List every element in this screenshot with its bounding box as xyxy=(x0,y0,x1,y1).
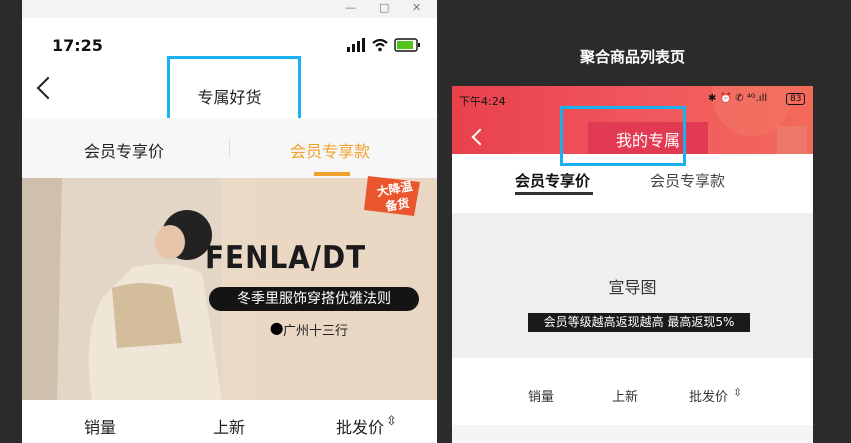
sort-toggle-icon-right[interactable]: ⇳ xyxy=(733,386,742,399)
battery-icon xyxy=(394,38,420,52)
section-title: 聚合商品列表页 xyxy=(579,48,685,66)
wifi-icon xyxy=(372,38,388,52)
tab-member-exclusive[interactable]: 会员专享款 xyxy=(290,138,370,162)
sort-wholesale-price[interactable]: 批发价 xyxy=(336,414,384,438)
sort-sales[interactable]: 销量 xyxy=(84,414,116,438)
sort-toggle-icon[interactable]: ⇳ xyxy=(386,414,397,429)
tab-divider xyxy=(229,138,230,158)
content-divider xyxy=(452,425,813,443)
battery-level: 83 xyxy=(786,93,806,105)
sort-new[interactable]: 上新 xyxy=(213,414,245,438)
maximize-button[interactable]: □ xyxy=(379,1,389,14)
window-titlebar xyxy=(22,0,437,18)
minimize-button[interactable]: — xyxy=(345,1,356,14)
active-tab-indicator xyxy=(314,172,350,176)
brand-name: FENLA/DT xyxy=(205,240,367,276)
status-icons xyxy=(347,38,420,52)
tab-member-price-right[interactable]: 会员专享价 xyxy=(515,170,590,191)
tab-member-exclusive-right[interactable]: 会员专享款 xyxy=(650,170,725,191)
banner-slogan: 冬季里服饰穿搭优雅法则 xyxy=(209,287,419,311)
close-button[interactable]: ✕ xyxy=(412,1,421,14)
sort-wholesale-price-right[interactable]: 批发价 xyxy=(689,386,728,405)
promo-label: 宣导图 xyxy=(608,278,657,297)
signal-icon xyxy=(347,38,365,52)
status-time: 17:25 xyxy=(52,36,103,55)
highlight-box-right xyxy=(560,106,686,166)
status-icons-right: ✱ ⏰ ✆ ⁴ᴳ.ıll xyxy=(708,93,768,104)
status-time-right: 下午4:24 xyxy=(459,95,506,108)
active-tab-indicator-right xyxy=(515,192,593,195)
sort-new-right[interactable]: 上新 xyxy=(612,386,638,405)
banner-location: 广州十三行 xyxy=(283,324,349,339)
location-pin-icon: ⬤ xyxy=(270,321,284,335)
tab-member-price[interactable]: 会员专享价 xyxy=(84,138,164,162)
promo-cashback-bar: 会员等级越高返现越高 最高返现5% xyxy=(528,313,750,332)
sort-sales-right[interactable]: 销量 xyxy=(528,386,554,405)
